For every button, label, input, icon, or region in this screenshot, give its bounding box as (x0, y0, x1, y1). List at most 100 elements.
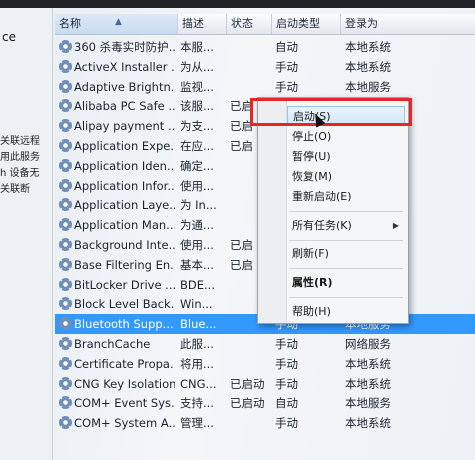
service-name: Bluetooth Supp... (74, 317, 174, 332)
service-gear-icon (59, 198, 72, 212)
service-description: 确定... (180, 158, 214, 173)
service-logon-as: 本地系统 (345, 416, 391, 431)
column-header-status[interactable]: 状态 (227, 14, 272, 34)
service-gear-icon (59, 356, 72, 370)
left-pane-text: 关联远程 (0, 136, 40, 147)
service-name: Base Filtering En... (74, 257, 175, 272)
menu-item-all-tasks-label: 所有任务(K) (292, 219, 352, 232)
menu-item-restart-label: 重新启动(E) (292, 190, 352, 203)
service-gear-icon (59, 158, 72, 172)
column-header-name-label: 名称 (59, 17, 81, 30)
service-description: 使用... (180, 238, 214, 252)
annotation-highlight-box (250, 98, 412, 126)
left-pane-text: 用此服务 (0, 152, 40, 163)
menu-item-help-label: 帮助(H) (292, 305, 331, 318)
service-logon-as: 本地系统 (345, 376, 391, 391)
service-row[interactable]: Adaptive Brightn... 监视... 手动 本地服务 (55, 77, 475, 97)
menu-item-refresh[interactable]: 刷新(F) (287, 244, 405, 264)
service-status: 已启动 (230, 376, 265, 391)
service-row[interactable]: BranchCache 此服... 手动 网络服务 (55, 334, 475, 354)
service-startup-type: 手动 (275, 79, 298, 94)
service-gear-icon (59, 79, 72, 93)
menu-item-pause-label: 暂停(U) (292, 150, 331, 163)
service-name: Application Laye... (74, 198, 175, 213)
menu-separator (289, 268, 403, 269)
context-menu: 启动(S) 停止(O) 暂停(U) 恢复(M) 重新启动(E) 所有任务(K) … (257, 97, 409, 324)
service-gear-icon (59, 317, 72, 331)
service-name: Adaptive Brightn... (74, 79, 175, 94)
service-description: Blue... (180, 317, 217, 332)
service-startup-type: 手动 (275, 416, 298, 431)
menu-item-restart[interactable]: 重新启动(E) (287, 187, 405, 207)
service-description: 此服... (180, 337, 214, 351)
service-logon-as: 本地服务 (345, 396, 391, 411)
column-header-description[interactable]: 描述 (178, 14, 227, 34)
service-description: 本服... (180, 40, 214, 54)
service-logon-as: 本地系统 (345, 356, 391, 371)
service-startup-type: 自动 (275, 40, 298, 54)
service-gear-icon (59, 277, 72, 291)
service-gear-icon (59, 376, 72, 390)
service-startup-type: 自动 (275, 396, 298, 411)
column-header-name[interactable]: 名称 ▲ (55, 14, 178, 34)
service-row[interactable]: COM+ Event Sys... 支持... 已启动 自动 本地服务 (55, 393, 475, 413)
service-gear-icon (59, 238, 72, 251)
left-pane-title: ce (2, 30, 16, 44)
menu-item-resume-label: 恢复(M) (292, 170, 333, 183)
column-header-logon-as[interactable]: 登录为 (341, 14, 475, 34)
service-logon-as: 本地系统 (345, 59, 391, 74)
menu-item-pause[interactable]: 暂停(U) (287, 147, 405, 167)
service-name: Application Man... (74, 218, 175, 233)
service-description: 为支... (180, 119, 214, 134)
menu-separator (289, 240, 403, 241)
service-name: ActiveX Installer ... (74, 59, 175, 74)
service-description: 为通... (180, 218, 214, 233)
service-row[interactable]: CNG Key Isolation CNG... 已启动 手动 本地系统 (55, 374, 475, 394)
service-description: 为 In... (180, 198, 217, 213)
service-logon-as: 本地系统 (345, 40, 391, 54)
services-window: ce 关联远程 用此服务 h 设备无 关联断 名称 ▲ 描述 状态 启动类型 登… (0, 0, 475, 460)
menu-separator (289, 211, 403, 212)
sort-ascending-icon: ▲ (115, 17, 122, 27)
service-name: Alibaba PC Safe ... (74, 99, 175, 114)
monitor-bezel (0, 0, 475, 8)
service-gear-icon (59, 218, 72, 232)
column-header-bar: 名称 ▲ 描述 状态 启动类型 登录为 (55, 14, 475, 35)
service-name: Application Iden... (74, 158, 175, 173)
service-startup-type: 手动 (275, 59, 298, 74)
column-header-startup-type[interactable]: 启动类型 (272, 14, 341, 34)
service-name: COM+ System A... (74, 416, 175, 431)
service-logon-as: 网络服务 (345, 337, 391, 351)
service-row[interactable]: Certificate Propa... 将用... 手动 本地系统 (55, 354, 475, 374)
service-name: BitLocker Drive ... (74, 277, 175, 292)
service-gear-icon (59, 297, 72, 311)
menu-item-stop[interactable]: 停止(O) (287, 127, 405, 147)
service-row[interactable]: ActiveX Installer ... 为从... 手动 本地系统 (55, 57, 475, 77)
left-pane-text: 关联断 (0, 184, 30, 195)
menu-item-properties-label: 属性(R) (292, 276, 333, 289)
service-description: 监视... (180, 79, 214, 94)
service-description: CNG... (180, 376, 217, 391)
service-name: COM+ Event Sys... (74, 396, 175, 411)
menu-item-resume[interactable]: 恢复(M) (287, 167, 405, 187)
service-name: Application Expe... (74, 139, 175, 153)
service-description: 将用... (180, 356, 214, 371)
menu-item-stop-label: 停止(O) (292, 130, 332, 143)
service-name: Certificate Propa... (74, 356, 175, 371)
service-description: 为从... (180, 59, 214, 74)
service-name: CNG Key Isolation (74, 376, 175, 391)
menu-item-properties[interactable]: 属性(R) (287, 273, 405, 293)
left-pane-text: h 设备无 (0, 168, 40, 179)
service-startup-type: 手动 (275, 376, 298, 391)
menu-separator (289, 297, 403, 298)
menu-item-all-tasks[interactable]: 所有任务(K) ▶ (287, 216, 405, 236)
service-description: Win... (180, 297, 213, 312)
service-row[interactable]: COM+ System A... 管理... 手动 本地系统 (55, 413, 475, 433)
menu-item-refresh-label: 刷新(F) (292, 247, 329, 260)
menu-item-help[interactable]: 帮助(H) (287, 302, 405, 322)
service-gear-icon (59, 139, 72, 152)
service-gear-icon (59, 40, 72, 53)
submenu-arrow-icon: ▶ (392, 221, 399, 230)
service-row[interactable]: 360 杀毒实时防护... 本服... 自动 本地系统 (55, 37, 475, 57)
service-description: 管理... (180, 416, 214, 431)
